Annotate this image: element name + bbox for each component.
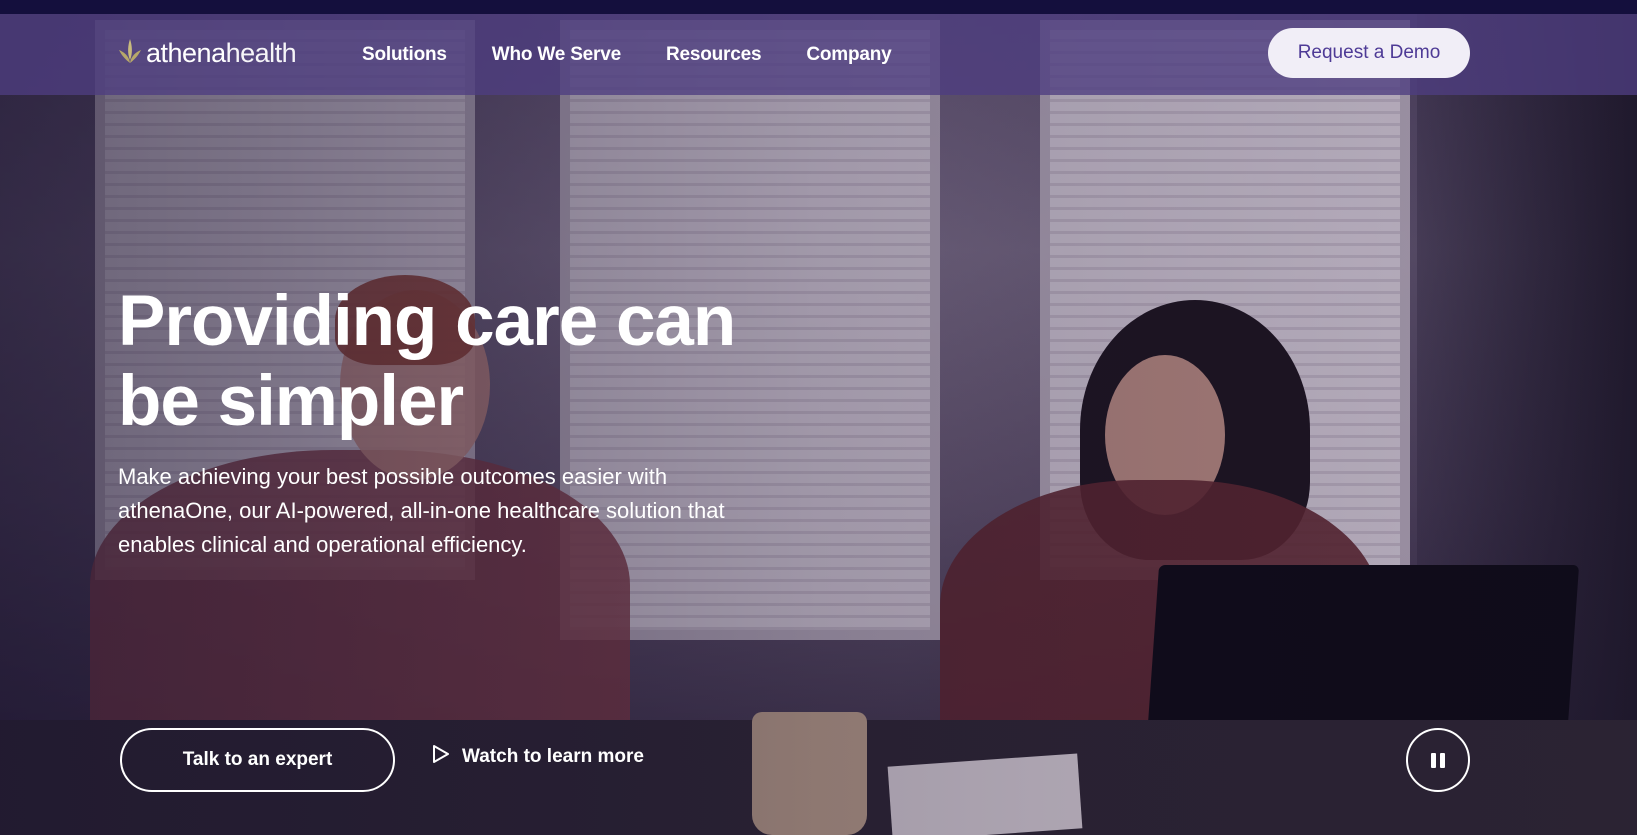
top-accent-bar bbox=[0, 0, 1637, 14]
nav-item-company[interactable]: Company bbox=[806, 44, 891, 66]
pause-icon bbox=[1431, 752, 1445, 768]
brand-logo[interactable]: athenahealth bbox=[118, 38, 297, 69]
leaf-logo-icon bbox=[118, 38, 142, 69]
play-icon bbox=[432, 744, 450, 770]
logo-text-light: health bbox=[225, 38, 297, 68]
hero-subtitle: Make achieving your best possible outcom… bbox=[118, 464, 725, 557]
watch-video-link[interactable]: Watch to learn more bbox=[432, 744, 644, 770]
talk-to-expert-button[interactable]: Talk to an expert bbox=[120, 728, 395, 792]
site-header: athenahealth Solutions Who We Serve Reso… bbox=[0, 14, 1637, 95]
main-nav: Solutions Who We Serve Resources Company bbox=[362, 44, 892, 66]
nav-item-solutions[interactable]: Solutions bbox=[362, 44, 447, 66]
watch-video-label: Watch to learn more bbox=[462, 746, 644, 767]
nav-item-who-we-serve[interactable]: Who We Serve bbox=[492, 44, 621, 66]
hero-title: Providing care can be simpler bbox=[118, 282, 736, 441]
logo-text-bold: athena bbox=[146, 38, 226, 68]
pause-video-button[interactable] bbox=[1406, 728, 1470, 792]
nav-item-resources[interactable]: Resources bbox=[666, 44, 762, 66]
request-demo-button[interactable]: Request a Demo bbox=[1268, 28, 1470, 78]
